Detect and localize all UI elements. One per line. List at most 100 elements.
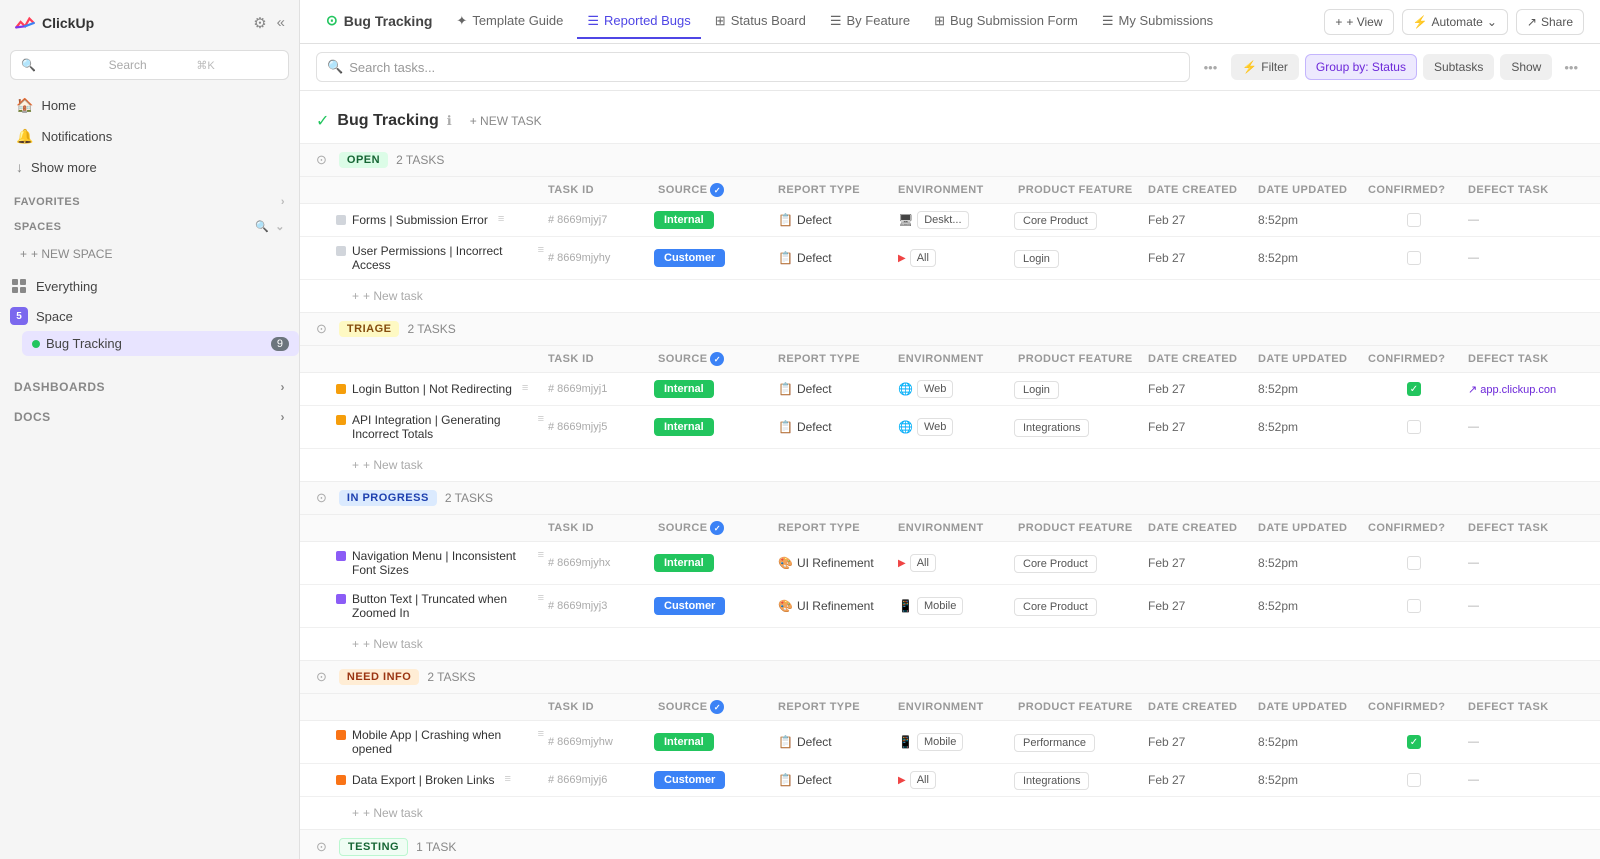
defect-task-cell: — xyxy=(1464,557,1584,569)
group-header-needinfo: ⊙ NEED INFO 2 TASKS xyxy=(300,660,1600,694)
col-date-created: DATE CREATED xyxy=(1144,353,1254,365)
date-updated-cell: 8:52pm xyxy=(1254,599,1364,613)
app-logo[interactable]: ClickUp xyxy=(14,12,94,34)
search-spaces-icon[interactable]: 🔍 xyxy=(255,220,269,233)
more-options2-icon[interactable]: ••• xyxy=(1558,56,1584,79)
task-status-dot xyxy=(336,730,346,740)
tab-by-feature[interactable]: ☰ By Feature xyxy=(820,5,920,39)
checkbox[interactable] xyxy=(1407,420,1421,434)
filter-icon: ⚡ xyxy=(1242,60,1257,74)
checkbox[interactable] xyxy=(1407,556,1421,570)
tab-my-submissions[interactable]: ☰ My Submissions xyxy=(1092,5,1223,39)
col-environment: ENVIRONMENT xyxy=(894,184,1014,196)
group-expand-icon[interactable]: ⊙ xyxy=(316,321,327,337)
date-created-cell: Feb 27 xyxy=(1144,556,1254,570)
collapse-icon[interactable]: « xyxy=(277,14,285,32)
checkbox[interactable] xyxy=(1407,773,1421,787)
table-row[interactable]: Navigation Menu | Inconsistent Font Size… xyxy=(300,542,1600,585)
subtasks-button[interactable]: Subtasks xyxy=(1423,54,1494,80)
sidebar-item-dashboards[interactable]: DASHBOARDS › xyxy=(0,372,299,402)
date-created-cell: Feb 27 xyxy=(1144,251,1254,265)
add-task-button[interactable]: + + New task xyxy=(346,803,429,823)
col-defect-task: DEFECT TASK xyxy=(1464,184,1584,196)
share-button[interactable]: ↗ Share xyxy=(1516,9,1584,35)
task-id: # 8669mjyj7 xyxy=(544,214,654,226)
chevron-down-icon: ↓ xyxy=(16,159,23,175)
col-report-type: REPORT TYPE xyxy=(774,353,894,365)
sidebar-item-docs[interactable]: DOCS › xyxy=(0,402,299,432)
toolbar-search[interactable]: 🔍 Search tasks... xyxy=(316,52,1190,82)
add-task-button[interactable]: + + New task xyxy=(346,634,429,654)
task-name-cell: Login Button | Not Redirecting ≡ xyxy=(336,382,544,396)
col-defect-task: DEFECT TASK xyxy=(1464,522,1584,534)
show-button[interactable]: Show xyxy=(1500,54,1552,80)
report-type-cell: 📋 Defect xyxy=(774,420,894,434)
group-status-badge: OPEN xyxy=(339,152,388,168)
date-updated-cell: 8:52pm xyxy=(1254,251,1364,265)
new-space-button[interactable]: + + NEW SPACE xyxy=(10,241,289,267)
group-expand-icon[interactable]: ⊙ xyxy=(316,152,327,168)
group-expand-icon[interactable]: ⊙ xyxy=(316,669,327,685)
report-type-label: UI Refinement xyxy=(797,599,874,613)
task-status-dot xyxy=(336,415,346,425)
table-row[interactable]: Login Button | Not Redirecting ≡ # 8669m… xyxy=(300,373,1600,406)
tab-status-board[interactable]: ⊞ Status Board xyxy=(705,5,816,39)
more-options-icon[interactable]: ••• xyxy=(1198,56,1224,79)
task-desc-icon: ≡ xyxy=(522,382,528,394)
task-name-cell: Navigation Menu | Inconsistent Font Size… xyxy=(336,549,544,577)
date-updated-cell: 8:52pm xyxy=(1254,773,1364,787)
tab-template-guide[interactable]: ✦ Template Guide xyxy=(446,5,573,39)
task-source-cell: Internal xyxy=(654,211,774,229)
table-row[interactable]: API Integration | Generating Incorrect T… xyxy=(300,406,1600,449)
toolbar: 🔍 Search tasks... ••• ⚡ Filter Group by:… xyxy=(300,44,1600,91)
col-source: SOURCE ✓ xyxy=(654,183,774,197)
checkbox[interactable] xyxy=(1407,599,1421,613)
sidebar-item-show-more[interactable]: ↓ Show more xyxy=(6,152,293,182)
defect-task-cell: ↗ app.clickup.con xyxy=(1464,383,1584,396)
checkbox-checked[interactable]: ✓ xyxy=(1407,382,1421,396)
table-row[interactable]: Forms | Submission Error ≡ # 8669mjyj7 I… xyxy=(300,204,1600,237)
sidebar-item-everything[interactable]: Everything xyxy=(0,271,299,301)
date-updated-cell: 8:52pm xyxy=(1254,556,1364,570)
task-source-cell: Internal xyxy=(654,380,774,398)
group-expand-icon[interactable]: ⊙ xyxy=(316,490,327,506)
info-icon[interactable]: ℹ xyxy=(447,113,452,129)
task-name-cell: Data Export | Broken Links ≡ xyxy=(336,773,544,787)
env-cell: 🌐 Web xyxy=(894,418,1014,436)
task-name-cell: API Integration | Generating Incorrect T… xyxy=(336,413,544,441)
chevron-down-icon[interactable]: ⌄ xyxy=(275,220,285,233)
view-button[interactable]: + + View xyxy=(1324,9,1393,35)
defect-link[interactable]: ↗ app.clickup.con xyxy=(1468,384,1556,396)
checkbox[interactable] xyxy=(1407,213,1421,227)
task-name: Navigation Menu | Inconsistent Font Size… xyxy=(352,549,528,577)
new-task-button[interactable]: + NEW TASK xyxy=(460,109,552,133)
gear-icon[interactable]: ⚙ xyxy=(253,14,266,32)
automate-button[interactable]: ⚡ Automate ⌄ xyxy=(1402,9,1508,35)
group-expand-icon[interactable]: ⊙ xyxy=(316,839,327,855)
sidebar-item-notifications[interactable]: 🔔 Notifications xyxy=(6,121,293,152)
group-by-button[interactable]: Group by: Status xyxy=(1305,54,1417,80)
table-row[interactable]: Mobile App | Crashing when opened ≡ # 86… xyxy=(300,721,1600,764)
filter-button[interactable]: ⚡ Filter xyxy=(1231,54,1299,80)
col-date-updated: DATE UPDATED xyxy=(1254,184,1364,196)
env-badge: Mobile xyxy=(917,597,963,615)
checkbox-checked[interactable]: ✓ xyxy=(1407,735,1421,749)
sidebar-item-space[interactable]: 5 Space xyxy=(0,301,299,331)
sidebar-item-home[interactable]: 🏠 Home xyxy=(6,90,293,121)
tab-bug-submission-form[interactable]: ⊞ Bug Submission Form xyxy=(924,5,1088,39)
defect-icon: 📋 xyxy=(778,382,793,396)
chevron-right-icon[interactable]: › xyxy=(281,196,285,208)
sidebar-item-bug-tracking[interactable]: Bug Tracking 9 xyxy=(22,331,299,356)
add-task-button[interactable]: + + New task xyxy=(346,455,429,475)
group-status-badge: NEED INFO xyxy=(339,669,419,685)
checkbox[interactable] xyxy=(1407,251,1421,265)
table-row[interactable]: Button Text | Truncated when Zoomed In ≡… xyxy=(300,585,1600,628)
table-row[interactable]: Data Export | Broken Links ≡ # 8669mjyj6… xyxy=(300,764,1600,797)
tab-reported-bugs[interactable]: ☰ Reported Bugs xyxy=(577,5,700,39)
add-task-button[interactable]: + + New task xyxy=(346,286,429,306)
tab-bug-tracking-main[interactable]: ⊙ Bug Tracking xyxy=(316,4,442,39)
table-row[interactable]: User Permissions | Incorrect Access ≡ # … xyxy=(300,237,1600,280)
product-feature-cell: Integrations xyxy=(1014,773,1144,787)
env-cell: 📱 Mobile xyxy=(894,597,1014,615)
search-bar[interactable]: 🔍 Search ⌘K xyxy=(10,50,289,80)
